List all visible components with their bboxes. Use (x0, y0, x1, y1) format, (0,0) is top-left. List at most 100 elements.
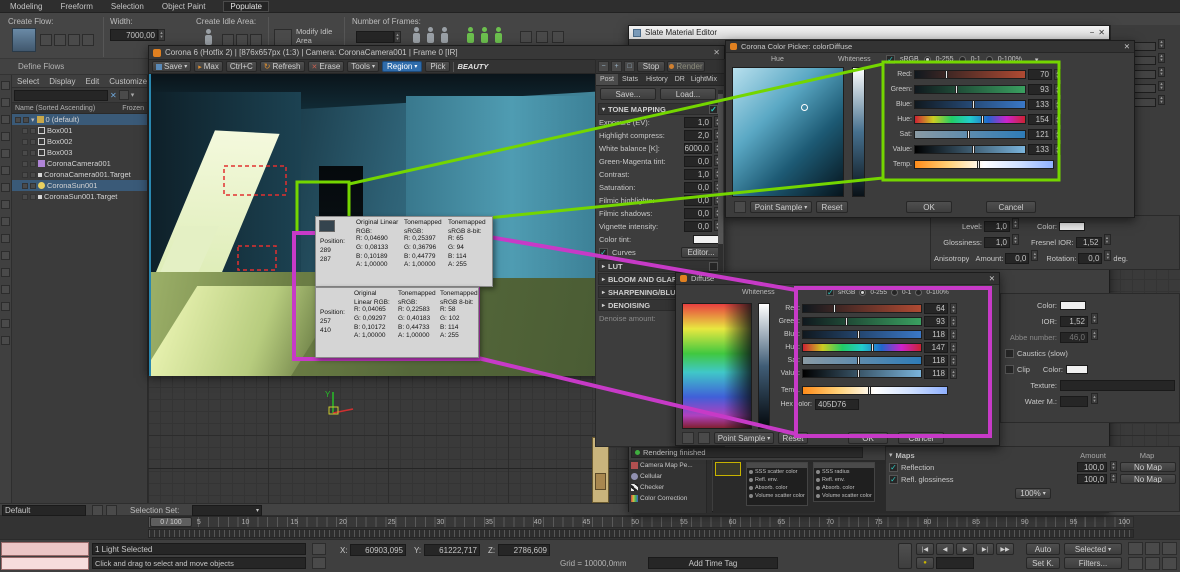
tab-freeform[interactable]: Freeform (60, 2, 92, 11)
side-tool-icon[interactable] (1, 149, 10, 158)
beauty-element-label[interactable]: BEAUTY (457, 62, 488, 71)
fit-view-icon[interactable]: □ (624, 61, 635, 72)
tab-dr[interactable]: DR (672, 76, 688, 83)
curves-checkbox[interactable]: ✓ (599, 248, 608, 257)
refract-color-swatch[interactable] (1060, 300, 1086, 310)
zoom-out-icon[interactable]: − (598, 61, 609, 72)
blue-spinner[interactable] (950, 329, 957, 340)
pan-view-icon[interactable] (1128, 542, 1143, 555)
row-toggle-icon[interactable] (30, 127, 36, 134)
explorer-menu-display[interactable]: Display (49, 77, 75, 86)
refresh-button[interactable]: ↻ Refresh (259, 61, 305, 72)
close-icon[interactable]: ✕ (1098, 28, 1105, 37)
list-item[interactable]: Checker (629, 482, 706, 493)
stop-button[interactable]: Stop (637, 61, 665, 72)
radio-0-255[interactable] (923, 56, 931, 63)
tab-selection[interactable]: Selection (111, 2, 144, 11)
value-spinner[interactable] (950, 368, 957, 379)
close-icon[interactable]: ✕ (1124, 42, 1130, 51)
tab-lightmix[interactable]: LightMix (688, 76, 720, 83)
close-icon[interactable]: ✕ (713, 48, 720, 57)
ramp-icon[interactable] (54, 34, 66, 46)
set-key-button[interactable]: Set K. (1026, 557, 1060, 569)
blue-value[interactable]: 118 (924, 329, 948, 340)
collapse-icon[interactable]: ▾ (889, 451, 893, 459)
explorer-search-input[interactable] (14, 89, 108, 101)
red-spinner[interactable] (950, 303, 957, 314)
hue-slider[interactable] (914, 115, 1026, 124)
auto-key-button[interactable]: Auto (1026, 543, 1060, 555)
map-amount-field[interactable]: 100,0 (1077, 474, 1107, 484)
blue-value[interactable]: 133 (1028, 99, 1052, 110)
green-value[interactable]: 93 (924, 316, 948, 327)
radio-0-1[interactable] (958, 56, 966, 63)
list-item[interactable]: Camera Map Pe... (629, 460, 706, 471)
lock-explorer-icon[interactable] (118, 90, 129, 100)
ramp-icon[interactable] (68, 34, 80, 46)
key-filters-button[interactable]: Filters... (1064, 557, 1122, 569)
tone-mapping-checkbox[interactable]: ✓ (709, 104, 718, 114)
sat-slider[interactable] (802, 356, 922, 365)
side-tool-icon[interactable] (1, 98, 10, 107)
field-value[interactable]: 0,0 (684, 156, 712, 167)
fresnel-field[interactable]: 1,52 (1075, 236, 1102, 248)
radio-0-1[interactable] (890, 288, 898, 296)
maxscript-mini-listener[interactable] (1, 557, 89, 570)
map-slot-button[interactable]: No Map (1120, 462, 1176, 472)
populate-tool-icon[interactable] (520, 31, 532, 43)
expand-icon[interactable]: ▸ (602, 289, 605, 296)
object-label[interactable]: CoronaCamera001 (47, 159, 111, 168)
color-tint-swatch[interactable] (693, 235, 721, 244)
srgb-checkbox[interactable]: ✓ (826, 288, 834, 297)
lut-header[interactable]: LUT (608, 262, 706, 271)
orbit-view-icon[interactable] (1145, 557, 1160, 570)
clip-color-swatch[interactable] (1065, 364, 1088, 374)
ior-field[interactable]: 1,52 (1060, 315, 1088, 327)
erase-button[interactable]: ✕ Erase (307, 61, 345, 72)
object-label[interactable]: Box003 (47, 148, 72, 157)
row-toggle-icon[interactable] (22, 149, 28, 156)
rotation-spinner[interactable] (1104, 250, 1112, 261)
texture-slot[interactable] (1060, 379, 1175, 391)
side-tool-icon[interactable] (1, 200, 10, 209)
region-button[interactable]: Region ▾ (381, 61, 423, 72)
param-spinner[interactable] (1158, 39, 1165, 49)
prev-frame-button[interactable]: ◀ (936, 543, 954, 555)
level-field[interactable]: 1,0 (984, 220, 1010, 232)
zoom-view-icon[interactable] (1145, 542, 1160, 555)
frames-spinner[interactable] (394, 31, 401, 43)
picker-titlebar[interactable]: Diffuse ✕ (676, 273, 999, 285)
red-spinner[interactable] (1054, 69, 1061, 80)
row-toggle-icon[interactable] (15, 116, 21, 123)
eyedropper-icon[interactable] (682, 432, 694, 444)
object-label[interactable]: Box001 (47, 126, 72, 135)
caustics-checkbox[interactable] (1005, 348, 1014, 358)
list-item[interactable]: ▾ 0 (default) (12, 114, 147, 125)
populate-tool-icon[interactable] (536, 31, 548, 43)
side-tool-icon[interactable] (1, 336, 10, 345)
hue-spinner[interactable] (1054, 114, 1061, 125)
object-label[interactable]: CoronaSun001.Target (44, 192, 117, 201)
collapse-icon[interactable]: ▾ (602, 106, 605, 113)
rotation-field[interactable]: 0,0 (1078, 252, 1103, 264)
side-tool-icon[interactable] (1, 285, 10, 294)
list-item[interactable]: Box003 (12, 147, 147, 158)
time-slider-handle[interactable]: 0 / 100 (150, 517, 192, 527)
zoom-in-icon[interactable]: + (611, 61, 622, 72)
level-spinner[interactable] (1012, 218, 1019, 229)
map-checkbox[interactable]: ✓ (889, 474, 898, 484)
explorer-frozen-header[interactable]: Frozen (122, 105, 144, 112)
node-slot-icon[interactable] (816, 494, 820, 498)
current-frame-field[interactable] (936, 557, 974, 569)
close-icon[interactable]: ✕ (989, 274, 995, 283)
row-toggle-icon[interactable] (22, 138, 28, 145)
zoom-extents-icon[interactable] (1162, 542, 1177, 555)
explorer-menu-select[interactable]: Select (17, 77, 39, 86)
list-item[interactable]: Cellular (629, 471, 706, 482)
node-slot-icon[interactable] (816, 486, 820, 490)
ok-button[interactable]: OK (906, 201, 952, 213)
row-toggle-icon[interactable] (30, 138, 36, 145)
expand-icon[interactable]: ▸ (602, 276, 605, 283)
ramp-icon[interactable] (40, 34, 52, 46)
x-coordinate-field[interactable]: 60903,095 (350, 544, 406, 556)
